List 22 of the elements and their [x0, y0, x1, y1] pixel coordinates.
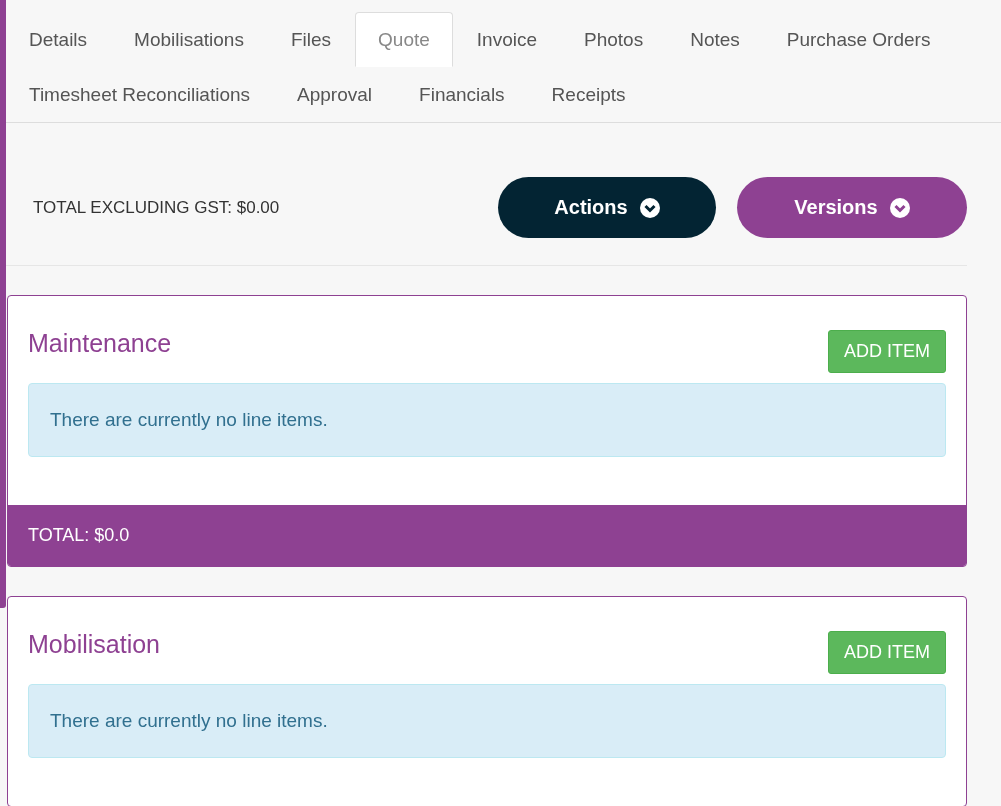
chevron-down-icon — [889, 197, 910, 218]
tab[interactable]: Notes — [667, 12, 763, 67]
tab[interactable]: Files — [267, 12, 355, 67]
tab[interactable]: Quote — [355, 12, 453, 67]
section-title: Mobilisation — [28, 630, 160, 659]
tab[interactable]: Mobilisations — [111, 12, 267, 67]
tab[interactable]: Photos — [561, 12, 667, 67]
chevron-down-icon — [639, 197, 660, 218]
total-label: TOTAL EXCLUDING GST: $0.00 — [33, 197, 280, 218]
tab[interactable]: Purchase Orders — [763, 12, 954, 67]
section-total: TOTAL: $0.0 — [8, 505, 966, 566]
empty-message: There are currently no line items. — [28, 684, 946, 758]
tab[interactable]: Receipts — [528, 67, 649, 122]
dropdown-button[interactable]: Actions — [498, 177, 716, 238]
dropdown-button[interactable]: Versions — [737, 177, 967, 238]
empty-message: There are currently no line items. — [28, 383, 946, 457]
tab[interactable]: Invoice — [453, 12, 560, 67]
tab[interactable]: Details — [6, 12, 111, 67]
tab[interactable]: Financials — [396, 67, 528, 122]
tab[interactable]: Timesheet Reconciliations — [6, 67, 274, 122]
tab[interactable]: Approval — [274, 67, 396, 122]
section-title: Maintenance — [28, 329, 172, 358]
